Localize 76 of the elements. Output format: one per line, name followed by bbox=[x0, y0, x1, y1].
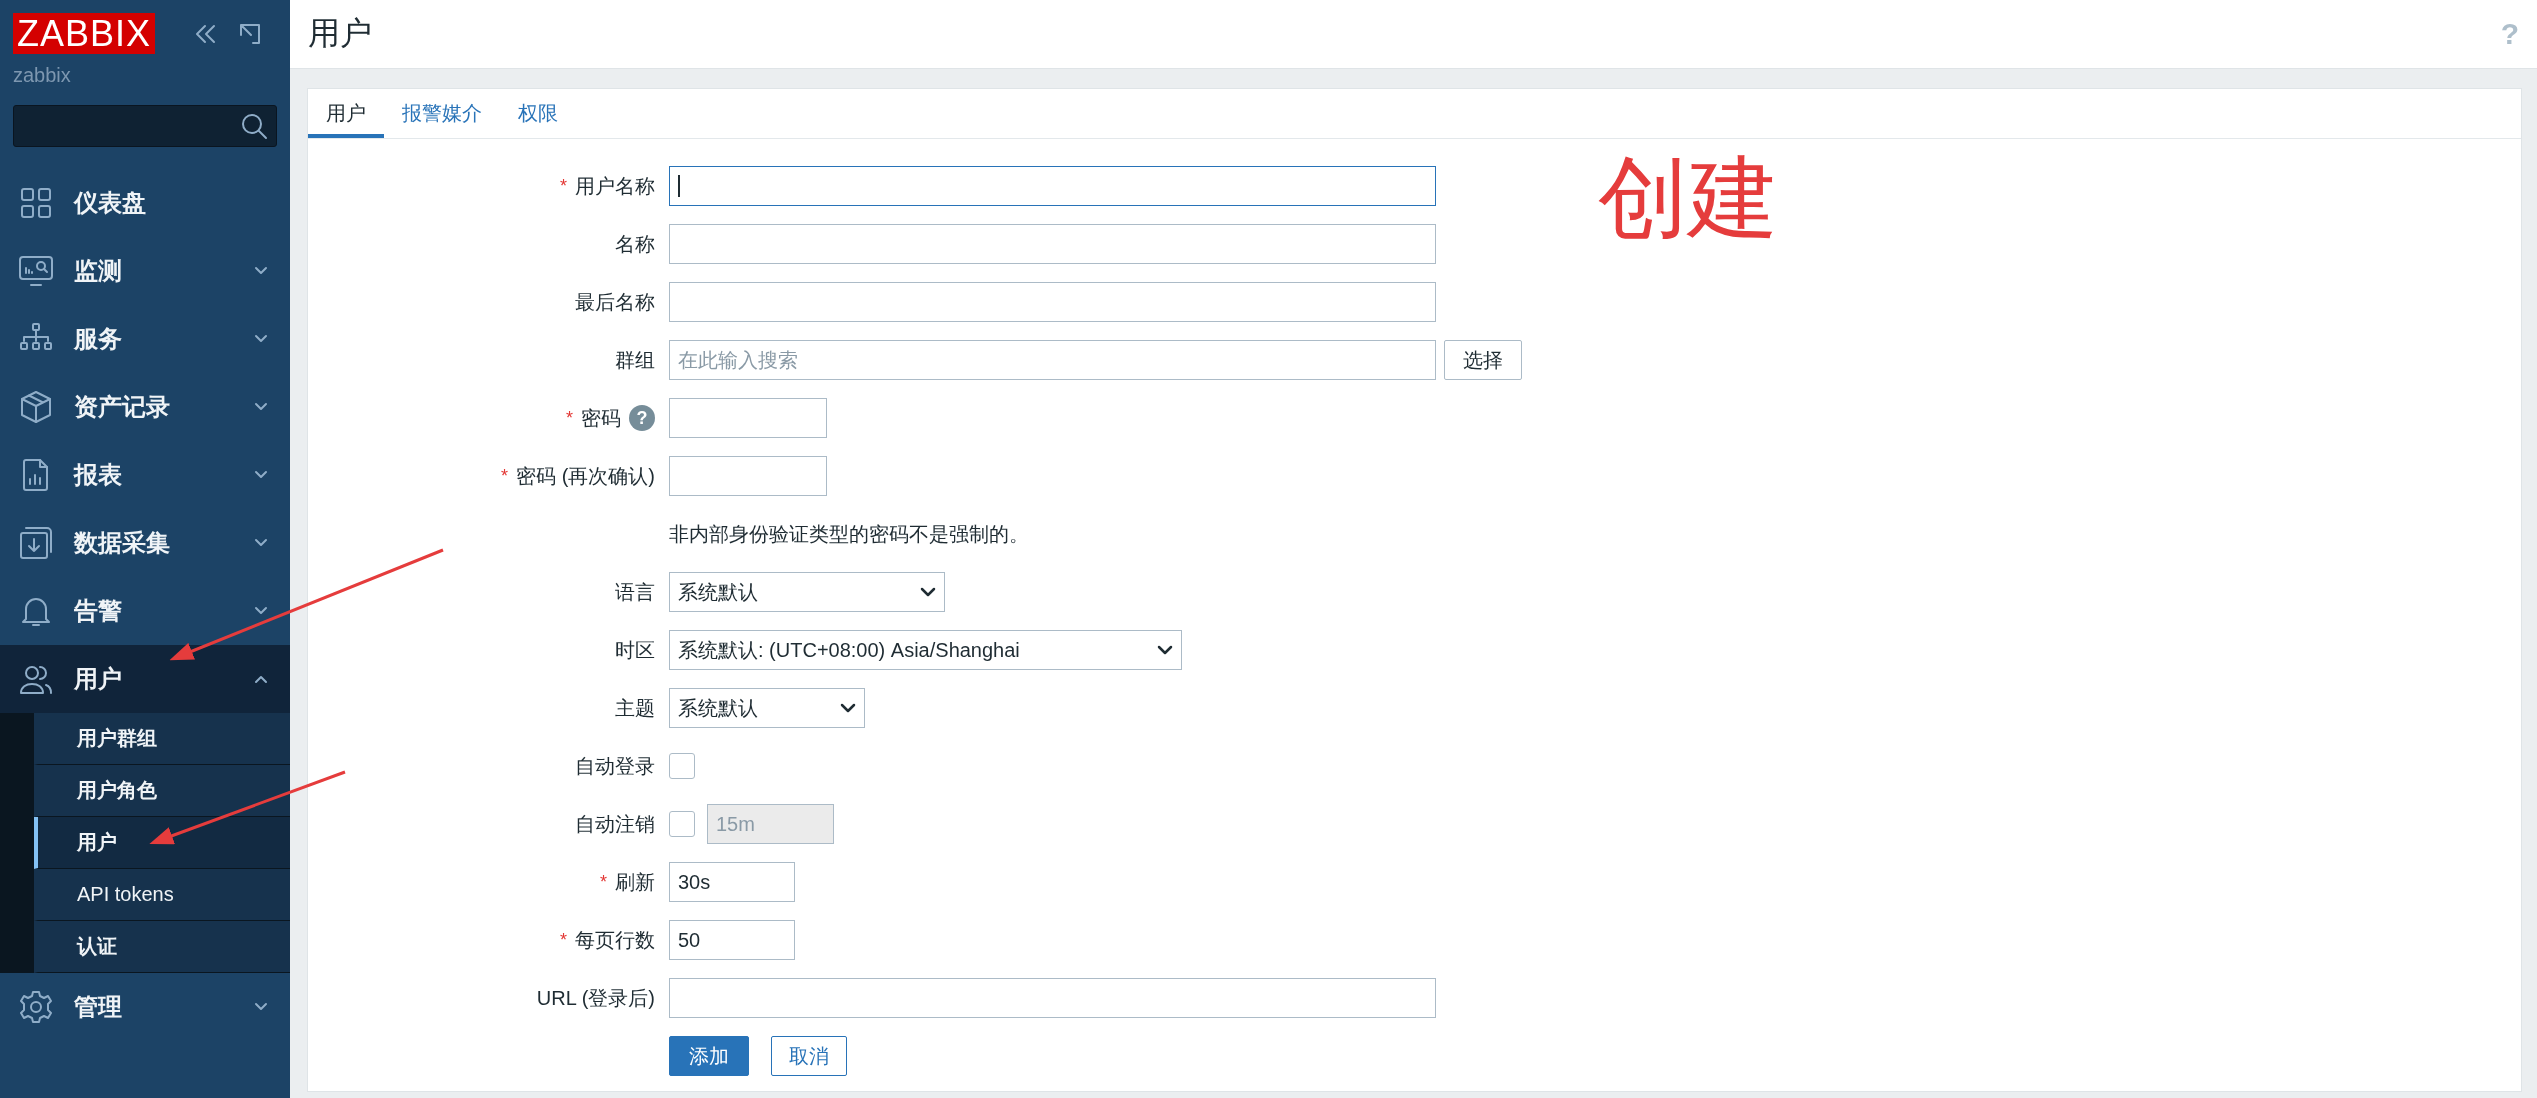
search-icon bbox=[240, 112, 268, 140]
page-title: 用户 bbox=[308, 14, 372, 53]
tab[interactable]: 用户 bbox=[308, 93, 384, 138]
chevron-down-icon bbox=[254, 470, 268, 480]
menu-item[interactable]: 告警 bbox=[0, 577, 290, 645]
menu-item[interactable]: 仪表盘 bbox=[0, 169, 290, 237]
submenu-item[interactable]: 用户群组 bbox=[34, 713, 290, 765]
field-label: 最后名称 bbox=[575, 289, 655, 315]
submenu-item[interactable]: API tokens bbox=[34, 869, 290, 921]
field-label: 每页行数 bbox=[575, 927, 655, 953]
grid-icon bbox=[18, 185, 54, 221]
dropdown[interactable]: 系统默认: (UTC+08:00) Asia/Shanghai bbox=[669, 630, 1182, 670]
annotation-text: 创建 bbox=[1598, 153, 1778, 243]
field-label: 刷新 bbox=[615, 869, 655, 895]
required-mark: * bbox=[600, 871, 607, 893]
dropdown[interactable]: 系统默认 bbox=[669, 572, 945, 612]
gear-icon bbox=[18, 989, 54, 1025]
field-label: URL (登录后) bbox=[536, 985, 655, 1011]
zabbix-logo[interactable]: ZABBIX bbox=[13, 13, 156, 54]
menu-item[interactable]: 数据采集 bbox=[0, 509, 290, 577]
dropdown[interactable]: 系统默认 bbox=[669, 688, 865, 728]
menu-item[interactable]: 监测 bbox=[0, 237, 290, 305]
chevron-down-icon bbox=[1157, 645, 1173, 655]
menu-item[interactable]: 服务 bbox=[0, 305, 290, 373]
chevron-down-icon bbox=[254, 266, 268, 276]
required-mark: * bbox=[560, 175, 567, 197]
field-label: 群组 bbox=[615, 347, 655, 373]
chevron-down-icon bbox=[920, 587, 936, 597]
submenu-item[interactable]: 用户角色 bbox=[34, 765, 290, 817]
input-field[interactable]: 30s bbox=[669, 862, 795, 902]
menu-item[interactable]: 用户 bbox=[0, 645, 290, 713]
chevron-down-icon bbox=[254, 1002, 268, 1012]
box-icon bbox=[18, 389, 54, 425]
field-label: 用户名称 bbox=[575, 173, 655, 199]
password-field[interactable] bbox=[669, 398, 827, 438]
input-field[interactable] bbox=[669, 224, 1436, 264]
submenu-item[interactable]: 用户 bbox=[34, 817, 290, 869]
required-mark: * bbox=[566, 407, 573, 429]
field-label: 密码 bbox=[581, 405, 621, 431]
input-field[interactable] bbox=[669, 166, 1436, 206]
field-label: 名称 bbox=[615, 231, 655, 257]
menu-item[interactable]: 管理 bbox=[0, 973, 290, 1041]
hint-text: 非内部身份验证类型的密码不是强制的。 bbox=[669, 521, 1029, 547]
submenu-item[interactable]: 认证 bbox=[34, 921, 290, 973]
input-field[interactable] bbox=[669, 282, 1436, 322]
field-label: 主题 bbox=[615, 695, 655, 721]
add-button[interactable]: 添加 bbox=[669, 1036, 749, 1076]
required-mark: * bbox=[560, 929, 567, 951]
select-button[interactable]: 选择 bbox=[1444, 340, 1522, 380]
field-label: 密码 (再次确认) bbox=[516, 463, 655, 489]
field-label: 自动注销 bbox=[575, 811, 655, 837]
search-field[interactable] bbox=[13, 105, 277, 147]
input-field[interactable] bbox=[669, 978, 1436, 1018]
checkbox[interactable] bbox=[669, 753, 695, 779]
tab[interactable]: 权限 bbox=[500, 93, 576, 138]
field-label: 时区 bbox=[615, 637, 655, 663]
monitor-icon bbox=[18, 253, 54, 289]
chevron-down-icon bbox=[254, 606, 268, 616]
download-box-icon bbox=[18, 525, 54, 561]
required-mark: * bbox=[501, 465, 509, 487]
field-label: 自动登录 bbox=[575, 753, 655, 779]
chevron-up-icon bbox=[254, 674, 268, 684]
chevron-down-icon bbox=[254, 538, 268, 548]
password-field[interactable] bbox=[669, 456, 827, 496]
menu-item[interactable]: 资产记录 bbox=[0, 373, 290, 441]
chevron-down-icon bbox=[840, 703, 856, 713]
text-cursor bbox=[678, 175, 680, 197]
field-label: 语言 bbox=[615, 579, 655, 605]
menu-item[interactable]: 报表 bbox=[0, 441, 290, 509]
chevron-down-icon bbox=[254, 334, 268, 344]
input-field: 15m bbox=[707, 804, 834, 844]
tab[interactable]: 报警媒介 bbox=[384, 93, 500, 138]
input-field[interactable]: 50 bbox=[669, 920, 795, 960]
chevron-down-icon bbox=[254, 402, 268, 412]
server-name: zabbix bbox=[12, 63, 72, 87]
cancel-button[interactable]: 取消 bbox=[771, 1036, 847, 1076]
